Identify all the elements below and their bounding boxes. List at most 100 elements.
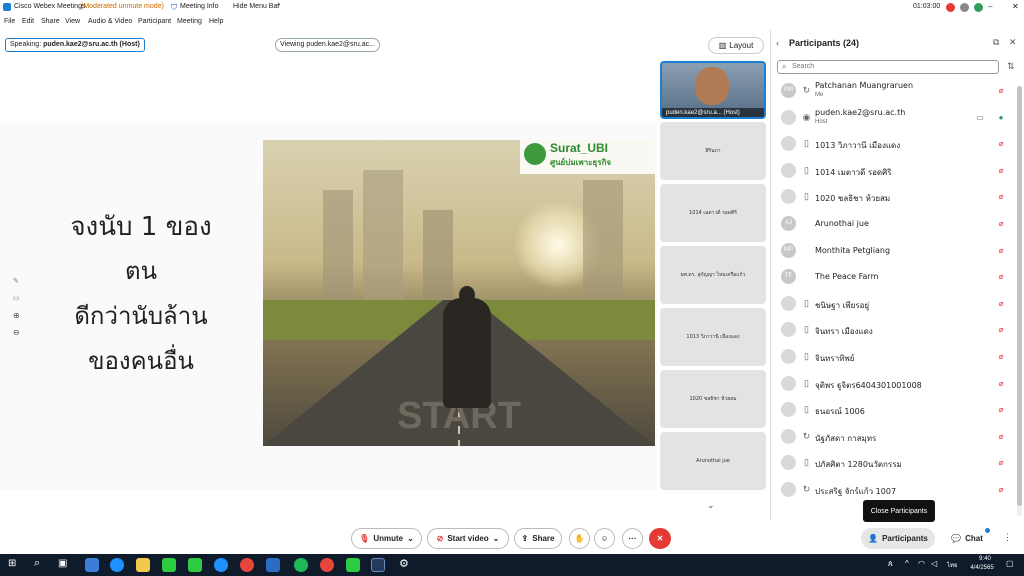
reactions-button[interactable]: ☺ — [594, 528, 615, 549]
participant-row[interactable]: PM ↻ Patchanan Muangraruen Me ⌀ — [771, 78, 1015, 104]
participant-row[interactable]: ↻ นัฐภัสดา กาสมุทร ⌀ — [771, 424, 1015, 450]
video-tile[interactable]: 1013 วิภาวานี เมืองแดง — [660, 308, 766, 366]
video-tile[interactable]: Arunothai jue — [660, 432, 766, 490]
menu-file[interactable]: File — [4, 18, 15, 25]
participant-row[interactable]: ▯ ปภัสศิตา 1280นวัตกรรม ⌀ — [771, 450, 1015, 476]
phone-icon: ▯ — [804, 351, 809, 361]
windows-start-icon[interactable]: ⊞ — [8, 558, 16, 569]
menu-meeting[interactable]: Meeting — [177, 18, 202, 25]
participant-row[interactable]: ◉ puden.kae2@sru.ac.th Host ▭ ● — [771, 105, 1015, 131]
sync-icon: ↻ — [802, 430, 811, 441]
close-panel-icon[interactable]: ✕ — [1009, 37, 1017, 48]
unmute-button[interactable]: 🎙 Unmute ⌄ — [351, 528, 422, 549]
clock-date[interactable]: 4/4/2565 — [962, 565, 1002, 571]
meeting-timer: 01:03:00 — [913, 3, 941, 10]
chevron-down-icon[interactable]: ⌄ — [407, 534, 414, 543]
speaker-icon[interactable]: ◁ — [931, 559, 937, 568]
edge-icon[interactable] — [110, 558, 124, 572]
hide-menu-bar-button[interactable]: Hide Menu Bar — [233, 3, 280, 10]
menu-edit[interactable]: Edit — [22, 18, 34, 25]
search-input[interactable]: ⌕ Search — [777, 60, 999, 74]
chevron-up-icon[interactable]: ^ — [277, 3, 280, 10]
chat-button[interactable]: 💬 Chat — [943, 528, 991, 549]
viewing-dropdown[interactable]: Viewing puden.kae2@sru.ac... — [275, 38, 380, 52]
people-icon[interactable]: ጰ — [888, 559, 893, 569]
chevron-down-icon[interactable]: ⌄ — [493, 534, 500, 543]
menu-audio-video[interactable]: Audio & Video — [88, 18, 132, 25]
participant-row[interactable]: ▯ จินทราทิพย์ ⌀ — [771, 344, 1015, 370]
webex-icon[interactable] — [371, 558, 385, 572]
close-icon: ✕ — [656, 534, 664, 543]
pop-out-icon[interactable]: ⧉ — [993, 37, 999, 48]
zoom-in-icon[interactable]: ⊕ — [13, 311, 20, 320]
minimize-icon[interactable]: – — [988, 2, 992, 11]
language-indicator[interactable]: ไทย — [947, 560, 958, 570]
participant-row[interactable]: ▯ 1020 ชลธิชา ห้วยสม ⌀ — [771, 184, 1015, 210]
leave-meeting-button[interactable]: ✕ — [649, 528, 671, 549]
participant-row[interactable]: ▯ ชนิษฐา เพียรอยู่ ⌀ — [771, 291, 1015, 317]
participant-row[interactable]: ▯ จุติพร ฐูจิตร6404301001008 ⌀ — [771, 371, 1015, 397]
menu-view[interactable]: View — [65, 18, 80, 25]
task-view-icon[interactable]: ▣ — [58, 558, 67, 569]
participant-row[interactable]: ▯ ธนอรณ์ 1006 ⌀ — [771, 397, 1015, 423]
video-tile[interactable]: ผศ.ดร. สุกัญญา ไหมเครือแก้ว — [660, 246, 766, 304]
participant-row[interactable]: MP Monthita Petgliang ⌀ — [771, 238, 1015, 264]
wifi-icon[interactable]: ◠ — [918, 559, 925, 568]
menu-share[interactable]: Share — [41, 18, 60, 25]
sort-icon[interactable]: ⇅ — [1007, 61, 1015, 72]
meeting-info-button[interactable]: Meeting Info — [180, 3, 219, 10]
participant-role: Host — [815, 118, 828, 125]
avatar[interactable] — [960, 3, 969, 12]
line-icon[interactable] — [346, 558, 360, 572]
word-icon[interactable] — [266, 558, 280, 572]
video-tile[interactable]: 1014 เมตาวดี รอดศิริ — [660, 184, 766, 242]
participant-row[interactable]: AJ Arunothai jue ⌀ — [771, 211, 1015, 237]
participant-row[interactable]: TF The Peace Farm ⌀ — [771, 264, 1015, 290]
file-explorer-icon[interactable] — [136, 558, 150, 572]
menu-participant[interactable]: Participant — [138, 18, 171, 25]
mode-label: (Moderated unmute mode) — [81, 3, 164, 10]
chrome-icon[interactable] — [320, 558, 334, 572]
search-icon[interactable]: ⌕ — [34, 557, 40, 570]
close-window-icon[interactable]: ✕ — [1012, 2, 1019, 11]
more-vertical-icon[interactable]: ⋮ — [1003, 532, 1012, 543]
video-tile[interactable]: สิรินภา — [660, 122, 766, 180]
participant-row[interactable]: ▯ จินทรา เมืองแดง ⌀ — [771, 317, 1015, 343]
layout-button[interactable]: ▥ Layout — [708, 37, 764, 54]
edge-icon[interactable] — [214, 558, 228, 572]
zoom-out-icon[interactable]: ⊖ — [13, 328, 20, 337]
user-icon — [781, 136, 796, 152]
participants-button[interactable]: 👤 Participants — [861, 528, 935, 549]
host-video-tile[interactable]: puden.kae2@sru.a... (Host) — [660, 61, 766, 119]
start-video-button[interactable]: ⊘ Start video ⌄ — [427, 528, 509, 549]
spotify-icon[interactable] — [294, 558, 308, 572]
video-tile[interactable]: 1020 ชลธิชา ห้วยสม — [660, 370, 766, 428]
shared-content-stage: Speaking: puden.kae2@sru.ac.th (Host) Vi… — [0, 30, 657, 520]
share-button[interactable]: ⇪ Share — [514, 528, 562, 549]
mail-icon[interactable] — [85, 558, 99, 572]
video-icon: ▭ — [976, 112, 984, 122]
collapse-chevron-icon[interactable]: ‹ — [776, 38, 779, 48]
line-icon[interactable] — [188, 558, 202, 572]
host-face — [695, 67, 729, 105]
notifications-icon[interactable]: ▢ — [1006, 559, 1014, 568]
phone-icon: ▯ — [804, 457, 809, 468]
settings-icon[interactable]: ⚙ — [399, 557, 409, 570]
user-icon — [781, 349, 796, 364]
scrollbar[interactable] — [1017, 86, 1022, 516]
menu-help[interactable]: Help — [209, 18, 223, 25]
fit-icon[interactable]: ▭ — [13, 294, 20, 302]
chrome-icon[interactable] — [240, 558, 254, 572]
raise-hand-button[interactable]: ✋ — [569, 528, 590, 549]
mic-off-icon: ⌀ — [998, 165, 1004, 175]
clock-time[interactable]: 9:40 — [968, 556, 1002, 562]
chevron-up-icon[interactable]: ^ — [905, 559, 909, 568]
participant-row[interactable]: ▯ 1013 วิภาวานี เมืองแดง ⌀ — [771, 131, 1015, 157]
annotate-icon[interactable]: ✎ — [13, 277, 19, 285]
phone-icon: ▯ — [804, 377, 809, 388]
scrollbar-thumb[interactable] — [1017, 86, 1022, 506]
chevron-down-icon[interactable]: ⌄ — [707, 500, 715, 511]
more-options-button[interactable]: ··· — [622, 528, 643, 549]
line-icon[interactable] — [162, 558, 176, 572]
participant-row[interactable]: ▯ 1014 เมตาวดี รอดศิริ ⌀ — [771, 158, 1015, 184]
